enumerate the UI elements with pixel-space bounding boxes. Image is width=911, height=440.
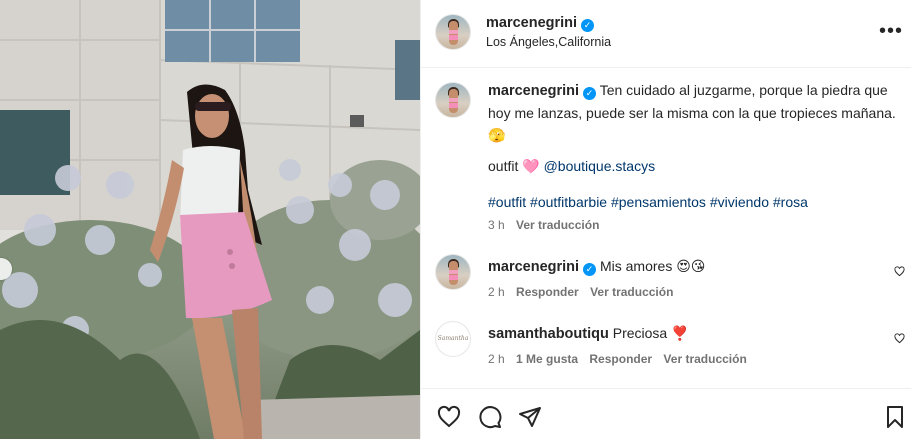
reply-button[interactable]: Responder: [516, 285, 579, 299]
caption-meta: 3 h Ver traducción: [488, 218, 599, 232]
outfit-emoji: 🩷: [522, 158, 540, 174]
hashtag-link[interactable]: #viviendo: [710, 194, 769, 210]
outfit-line: outfit 🩷 @boutique.stacys: [488, 155, 655, 177]
hashtag-link[interactable]: #pensamientos: [611, 194, 706, 210]
caption-username[interactable]: marcenegrini: [488, 83, 579, 99]
reply-button[interactable]: Responder: [589, 352, 652, 366]
comment-avatar[interactable]: Samantha: [436, 322, 470, 356]
comment-2-meta: 2 h 1 Me gusta Responder Ver traducción: [488, 352, 747, 366]
post-header: marcenegrini ✓ Los Ángeles,California •••: [421, 0, 911, 68]
comment-like-heart-icon[interactable]: [894, 333, 905, 344]
header-username[interactable]: marcenegrini: [486, 15, 577, 31]
hashtag-link[interactable]: #outfit: [488, 194, 526, 210]
post-photo[interactable]: [0, 0, 420, 439]
post-details-panel: marcenegrini ✓ Los Ángeles,California •••…: [420, 0, 911, 439]
avatar[interactable]: [436, 15, 470, 49]
verified-badge-icon: ✓: [581, 19, 595, 32]
comment-2: samanthaboutiqu Preciosa ❣️: [488, 322, 689, 345]
more-options-icon[interactable]: •••: [879, 21, 903, 41]
comment-icon[interactable]: [478, 405, 502, 429]
header-user: marcenegrini ✓: [486, 14, 595, 32]
comment-text: Mis amores 😍😘: [599, 258, 706, 274]
comment-username[interactable]: marcenegrini: [488, 259, 579, 275]
verified-badge-icon: ✓: [583, 263, 597, 276]
comment-likes[interactable]: 1 Me gusta: [516, 352, 578, 366]
photo-illustration: [0, 0, 420, 439]
post-location[interactable]: Los Ángeles,California: [486, 35, 611, 49]
see-translation-button[interactable]: Ver traducción: [516, 218, 599, 232]
outfit-label: outfit: [488, 158, 519, 174]
action-bar: [421, 388, 911, 440]
comment-avatar[interactable]: [436, 255, 470, 289]
hashtag-link[interactable]: #rosa: [773, 194, 808, 210]
caption: marcenegrini ✓ Ten cuidado al juzgarme, p…: [488, 79, 898, 146]
comment-username[interactable]: samanthaboutiqu: [488, 326, 609, 342]
hashtag-link[interactable]: #outfitbarbie: [530, 194, 607, 210]
comment-1: marcenegrini ✓ Mis amores 😍😘: [488, 255, 705, 278]
caption-avatar[interactable]: [436, 83, 470, 117]
comment-text: Preciosa ❣️: [612, 325, 689, 341]
comment-time[interactable]: 2 h: [488, 285, 505, 299]
comment-1-meta: 2 h Responder Ver traducción: [488, 285, 673, 299]
caption-emoji: 🫣: [488, 127, 506, 143]
verified-badge-icon: ✓: [583, 87, 597, 100]
comment-like-heart-icon[interactable]: [894, 266, 905, 277]
post-view: marcenegrini ✓ Los Ángeles,California •••…: [0, 0, 911, 439]
hashtags: #outfit #outfitbarbie #pensamientos #viv…: [488, 191, 808, 213]
heart-icon[interactable]: [437, 405, 461, 429]
share-icon[interactable]: [518, 405, 542, 429]
comment-time[interactable]: 2 h: [488, 352, 505, 366]
avatar-logo-text: Samantha: [437, 335, 469, 342]
see-translation-button[interactable]: Ver traducción: [663, 352, 746, 366]
bookmark-icon[interactable]: [883, 405, 907, 429]
boutique-mention-link[interactable]: @boutique.stacys: [544, 158, 656, 174]
post-time[interactable]: 3 h: [488, 218, 505, 232]
see-translation-button[interactable]: Ver traducción: [590, 285, 673, 299]
